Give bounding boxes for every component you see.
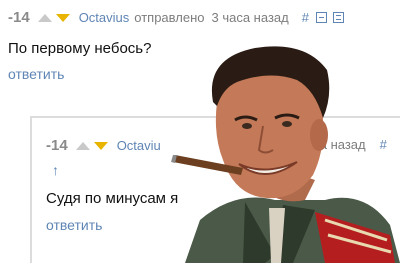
collapse-box-icon[interactable] <box>332 12 344 23</box>
comment-author-link[interactable]: Octaviu <box>117 138 161 153</box>
thread-indent-line <box>30 116 32 263</box>
sent-label: отправлено <box>134 10 205 25</box>
reply-link[interactable]: ответить <box>8 66 64 82</box>
upvote-arrow-icon[interactable] <box>37 13 52 22</box>
upvote-arrow-icon[interactable] <box>75 141 90 150</box>
downvote-arrow-icon[interactable] <box>55 13 70 22</box>
comment-score: -14 <box>8 9 30 26</box>
comment-1-meta: -14 Octavius отправлено 3 часа назад # <box>8 9 344 26</box>
overlay-photo <box>171 46 400 263</box>
comment-2-meta: -14 Octaviu <box>46 137 161 154</box>
minus-box-icon[interactable] <box>315 12 327 23</box>
comment-2-text: Судя по минусам я <box>46 190 179 207</box>
reply-link[interactable]: ответить <box>46 217 102 233</box>
comment-1-text: По первому небось? <box>8 40 152 57</box>
comment-time: 3 часа назад <box>211 10 289 25</box>
comment-author-link[interactable]: Octavius <box>79 10 130 25</box>
comment-score: -14 <box>46 137 68 154</box>
downvote-arrow-icon[interactable] <box>93 141 108 150</box>
permalink-hash[interactable]: # <box>302 10 309 25</box>
up-arrow-icon[interactable]: ↑ <box>52 162 59 178</box>
